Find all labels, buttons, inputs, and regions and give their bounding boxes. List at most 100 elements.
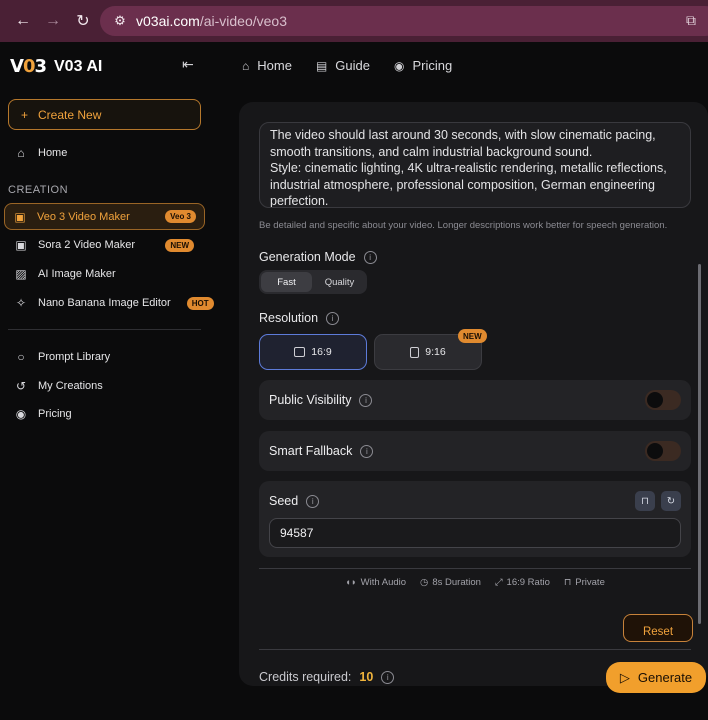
info-icon[interactable]: i: [360, 444, 374, 458]
brand[interactable]: V03 V03 AI: [10, 56, 102, 77]
info-icon[interactable]: i: [359, 393, 373, 407]
sidebar-item-nano-banana-image-editor[interactable]: ✧ Nano Banana Image Editor HOT: [0, 291, 220, 315]
toggle-knob: [647, 392, 663, 408]
sidebar-item-sora2-video-maker[interactable]: ▣ Sora 2 Video Maker NEW: [0, 233, 220, 257]
refresh-icon[interactable]: ↻: [661, 491, 681, 511]
new-badge: NEW: [165, 238, 194, 252]
description-line: smooth transitions, and calm industrial …: [270, 144, 593, 159]
forward-icon[interactable]: →: [38, 6, 68, 36]
info-icon[interactable]: i: [326, 311, 340, 325]
sidebar-item-label: AI Image Maker: [38, 268, 116, 280]
browser-toolbar: ← → ↻ ⚙ v03ai.com/ai-video/veo3 ⧉: [0, 0, 708, 42]
browser-nav: ← → ↻: [0, 6, 98, 36]
generation-meta: ◖◗ With Audio ◷ 8s Duration ⤢ 16:9 Ratio ⊓ P…: [259, 577, 691, 588]
sidebar-item-home[interactable]: ⌂ Home: [0, 141, 220, 165]
sidebar-item-veo3-video-maker[interactable]: ▣ Veo 3 Video Maker Veo 3: [4, 203, 205, 230]
mode-fast-option[interactable]: Fast: [261, 272, 312, 292]
sidebar-item-ai-image-maker[interactable]: ▨ AI Image Maker: [0, 262, 220, 286]
home-icon: ⌂: [242, 58, 250, 73]
history-icon: ↺: [15, 379, 27, 393]
translate-icon[interactable]: ⧉: [686, 12, 696, 29]
home-icon: ⌂: [17, 146, 25, 160]
sidebar-item-label: Sora 2 Video Maker: [38, 239, 136, 251]
topnav-pricing[interactable]: ◉ Pricing: [394, 58, 452, 73]
generate-button[interactable]: ▷ Generate: [606, 662, 706, 693]
meta-label: 8s Duration: [432, 577, 481, 588]
plus-icon: +: [21, 107, 29, 122]
topnav-home[interactable]: ⌂ Home: [242, 58, 292, 73]
sidebar-item-pricing[interactable]: ◉ Pricing: [0, 402, 220, 426]
collapse-sidebar-icon[interactable]: ⇤: [182, 56, 194, 73]
resolution-16-9-button[interactable]: 16:9: [259, 334, 367, 370]
meta-label: 16:9 Ratio: [506, 577, 550, 588]
clock-icon: ◷: [420, 577, 429, 588]
veo3-badge: Veo 3: [165, 210, 196, 223]
generation-mode-title: Generation Mode i: [259, 250, 377, 264]
coin-icon: ◉: [15, 407, 27, 421]
url-host: v03ai.com: [136, 13, 200, 29]
sidebar-item-label: My Creations: [38, 380, 103, 392]
hot-badge: HOT: [186, 296, 214, 310]
lightbulb-icon: ○: [17, 350, 25, 364]
create-new-label: Create New: [38, 107, 102, 122]
coin-icon: ◉: [393, 58, 405, 73]
sidebar-item-prompt-library[interactable]: ○ Prompt Library: [0, 345, 220, 369]
lock-icon: ⊓: [563, 577, 572, 588]
description-line: industrial atmosphere, professional comp…: [270, 177, 655, 192]
sidebar-divider: [8, 329, 201, 330]
site-settings-icon[interactable]: ⚙: [110, 11, 130, 31]
privacy-meta: ⊓ Private: [564, 577, 605, 588]
seed-card: Seed i ⊓ ↻: [259, 481, 691, 557]
public-visibility-row: Public Visibility i: [259, 380, 691, 420]
topnav-label: Home: [257, 58, 292, 73]
info-icon[interactable]: i: [381, 670, 395, 684]
audio-icon: ◖◗: [345, 577, 357, 588]
video-camera-icon: ▣: [14, 209, 26, 224]
expand-icon: ⤢: [494, 577, 503, 588]
section-label-creation: CREATION: [8, 184, 69, 196]
seed-title: Seed i: [269, 494, 320, 508]
description-line: Style: cinematic lighting, 4K ultra-real…: [270, 161, 667, 175]
credits-value: 10: [359, 670, 374, 684]
field-title-label: Generation Mode: [259, 250, 356, 264]
smart-fallback-label: Smart Fallback: [269, 444, 353, 458]
toggle-knob: [647, 443, 663, 459]
reset-button[interactable]: Reset: [623, 614, 693, 642]
play-icon: ▷: [619, 669, 630, 685]
address-bar-actions: ⧉: [686, 12, 696, 29]
resolution-title: Resolution i: [259, 311, 340, 325]
mode-quality-option[interactable]: Quality: [314, 272, 365, 292]
topnav-label: Pricing: [412, 58, 453, 73]
description-line: perfection.: [270, 194, 329, 208]
description-line: The video should last around 30 seconds,…: [270, 128, 656, 142]
back-icon[interactable]: ←: [8, 6, 38, 36]
reload-icon[interactable]: ↻: [68, 6, 98, 36]
url-path: /ai-video/veo3: [199, 13, 287, 29]
sidebar-item-label: Home: [38, 147, 68, 159]
sidebar-item-my-creations[interactable]: ↺ My Creations: [0, 374, 220, 398]
public-visibility-label: Public Visibility: [269, 393, 352, 407]
address-bar[interactable]: ⚙ v03ai.com/ai-video/veo3 ⧉: [100, 6, 708, 36]
portrait-icon: [410, 346, 420, 358]
info-icon[interactable]: i: [306, 494, 320, 508]
credits-label: Credits required:: [259, 670, 352, 684]
resolution-label: 9:16: [425, 346, 446, 358]
create-new-button[interactable]: + Create New: [8, 99, 201, 130]
book-icon: ▤: [315, 58, 328, 73]
divider: [259, 649, 691, 650]
seed-input[interactable]: [269, 518, 681, 548]
topnav-guide[interactable]: ▤ Guide: [316, 58, 370, 73]
field-title-label: Resolution: [259, 311, 319, 325]
description-textarea[interactable]: The video should last around 30 seconds,…: [259, 122, 691, 208]
smart-fallback-toggle[interactable]: [645, 441, 681, 461]
sidebar-item-label: Nano Banana Image Editor: [38, 297, 171, 309]
public-visibility-toggle[interactable]: [645, 390, 681, 410]
sidebar-item-label: Pricing: [38, 408, 72, 420]
top-nav: ⌂ Home ▤ Guide ◉ Pricing: [242, 58, 452, 73]
panel-scrollbar[interactable]: [698, 264, 701, 624]
ratio-meta: ⤢ 16:9 Ratio: [495, 577, 550, 588]
lock-icon[interactable]: ⊓: [635, 491, 655, 511]
sidebar-item-label: Veo 3 Video Maker: [37, 210, 130, 223]
audio-meta: ◖◗ With Audio: [345, 577, 406, 588]
info-icon[interactable]: i: [363, 250, 377, 264]
